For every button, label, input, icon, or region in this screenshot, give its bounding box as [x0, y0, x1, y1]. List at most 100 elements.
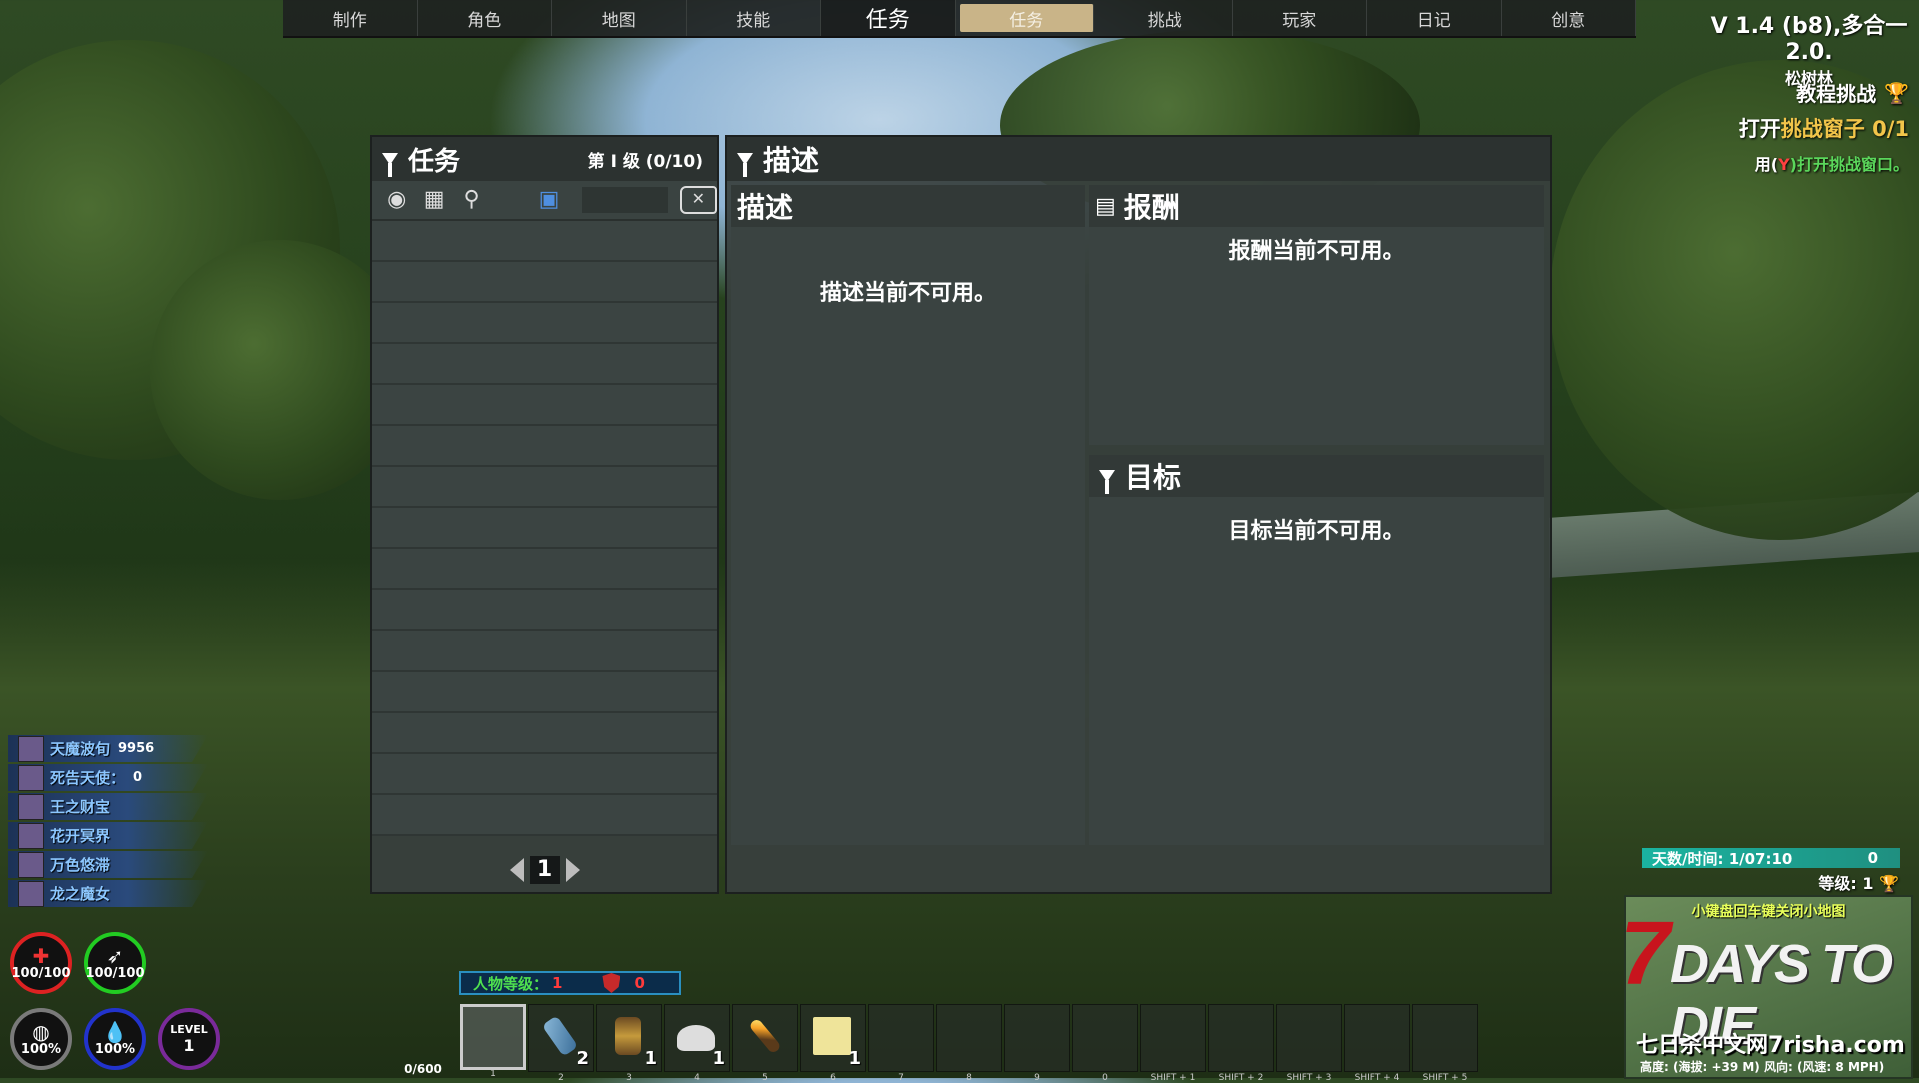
- threat-value: 0: [634, 974, 645, 992]
- description-subtitle: 描述: [737, 191, 794, 224]
- player-level-line: 等级: 1 🏆: [1818, 874, 1899, 893]
- toolbelt-slot[interactable]: SHIFT + 2: [1208, 1004, 1274, 1083]
- avatar: [18, 822, 44, 849]
- health-cross-icon: ✚: [32, 943, 50, 968]
- toolbelt-slot[interactable]: 8: [936, 1004, 1002, 1083]
- toolbelt-slot[interactable]: 5: [732, 1004, 798, 1083]
- toolbelt-slot[interactable]: SHIFT + 5: [1412, 1004, 1478, 1083]
- list-item[interactable]: [372, 508, 717, 549]
- toolbelt-slot[interactable]: 14: [664, 1004, 730, 1083]
- quest-list-header: 任务 第 I 级 (0/10): [372, 137, 717, 181]
- treasure-filter-icon[interactable]: ▣: [536, 187, 561, 213]
- trophy-icon: 🏆: [1879, 874, 1899, 893]
- toolbelt: 1 22 13 14 5 16 7 8 9 0 SHIFT + 1 SHIFT …: [460, 1004, 1478, 1083]
- water-drop-icon: 💧: [102, 1019, 128, 1044]
- list-item[interactable]: 天魔波旬 9956: [8, 735, 208, 762]
- tab-quests[interactable]: 任务: [959, 4, 1094, 32]
- toolbelt-slot[interactable]: 1: [460, 1004, 526, 1079]
- altitude-wind-readout: 高度: (海拔: +39 M) 风向: (风速: 8 MPH): [1640, 1060, 1885, 1074]
- player-list: 天魔波旬 9956 死告天使： 0 王之财宝 花开冥界 万色悠滞 龙之魔女: [8, 735, 208, 909]
- avatar: [18, 880, 44, 907]
- toolbelt-slot[interactable]: SHIFT + 3: [1276, 1004, 1342, 1083]
- toolbelt-slot[interactable]: 7: [868, 1004, 934, 1083]
- quest-icon: [737, 153, 753, 177]
- toolbelt-slot[interactable]: 22: [528, 1004, 594, 1083]
- first-aid-icon: [677, 1025, 715, 1051]
- tab-players[interactable]: 玩家: [1233, 0, 1367, 36]
- reward-header: ▤ 报酬: [1089, 185, 1544, 227]
- compass-filter-icon[interactable]: ◉: [384, 187, 409, 213]
- watermark: 七日杀中文网7risha.com: [1636, 1033, 1905, 1058]
- day-time-text: 天数/时间: 1/07:10: [1652, 849, 1793, 868]
- toolbelt-slot[interactable]: SHIFT + 4: [1344, 1004, 1410, 1083]
- list-item[interactable]: [372, 221, 717, 262]
- quest-icon: [382, 153, 398, 177]
- note-icon: [813, 1017, 851, 1055]
- objective-title: 目标: [1125, 461, 1182, 494]
- list-item[interactable]: 花开冥界: [8, 822, 208, 849]
- torch-icon: [748, 1017, 782, 1055]
- list-item[interactable]: [372, 631, 717, 672]
- prev-page-button[interactable]: [509, 858, 524, 882]
- reward-message: 报酬当前不可用。: [1228, 239, 1405, 264]
- minimap[interactable]: 小键盘回车键关闭小地图 7 DAYS TO DIE 七日杀中文网7risha.c…: [1624, 895, 1913, 1079]
- quest-pager: 1: [372, 856, 717, 884]
- tab-skills[interactable]: 技能: [687, 0, 821, 36]
- page-number: 1: [529, 856, 560, 884]
- avatar: [18, 735, 44, 762]
- challenge-title: 教程挑战: [1796, 82, 1877, 106]
- list-item[interactable]: [372, 590, 717, 631]
- list-item[interactable]: [372, 713, 717, 754]
- map-filter-icon[interactable]: ▦: [421, 187, 446, 213]
- list-item[interactable]: [372, 549, 717, 590]
- character-level-bar: 人物等级： 1 0: [459, 971, 681, 995]
- list-item[interactable]: [372, 262, 717, 303]
- avatar: [18, 851, 44, 878]
- tab-journal[interactable]: 日记: [1367, 0, 1502, 36]
- list-item[interactable]: [372, 795, 717, 836]
- backpack-button[interactable]: 0/600: [388, 1008, 458, 1076]
- toolbelt-slot[interactable]: SHIFT + 1: [1140, 1004, 1206, 1083]
- food-icon: ◍: [32, 1019, 50, 1044]
- toolbelt-slot[interactable]: 9: [1004, 1004, 1070, 1083]
- tab-challenges[interactable]: 挑战: [1098, 0, 1233, 36]
- quest-tier: 第 I 级 (0/10): [587, 151, 703, 172]
- tab-character[interactable]: 角色: [418, 0, 552, 36]
- list-item[interactable]: [372, 426, 717, 467]
- list-item[interactable]: 死告天使： 0: [8, 764, 208, 791]
- tab-map[interactable]: 地图: [552, 0, 687, 36]
- tab-creative[interactable]: 创意: [1502, 0, 1636, 36]
- quest-search-input[interactable]: [581, 187, 668, 213]
- tab-crafting[interactable]: 制作: [283, 0, 418, 36]
- list-item[interactable]: 万色悠滞: [8, 851, 208, 878]
- bag-capacity: 0/600: [404, 1062, 442, 1076]
- list-item[interactable]: [372, 672, 717, 713]
- list-item[interactable]: [372, 385, 717, 426]
- list-item[interactable]: 王之财宝: [8, 793, 208, 820]
- clear-search-icon[interactable]: ✕: [679, 186, 717, 214]
- window-title-quests: 任务: [821, 0, 956, 36]
- reward-section: ▤ 报酬 报酬当前不可用。: [1089, 185, 1544, 445]
- quest-list-panel: 任务 第 I 级 (0/10) ◉ ▦ ⚲ ▣ ✕ 1: [370, 135, 719, 894]
- quest-icon: [1099, 470, 1115, 494]
- next-page-button[interactable]: [565, 858, 580, 882]
- list-item[interactable]: [372, 344, 717, 385]
- canned-food-icon: [615, 1017, 641, 1055]
- list-item[interactable]: [372, 303, 717, 344]
- day-time-bar: 天数/时间: 1/07:10 0: [1642, 848, 1900, 868]
- reward-chest-icon: ▤: [1095, 193, 1116, 219]
- version-info: V 1.4 (b8),多合一2.0. 松树林: [1709, 8, 1909, 89]
- avatar: [18, 793, 44, 820]
- description-title: 描述: [763, 144, 820, 177]
- list-item[interactable]: [372, 754, 717, 795]
- toolbelt-slot[interactable]: 16: [800, 1004, 866, 1083]
- toolbelt-slot[interactable]: 13: [596, 1004, 662, 1083]
- challenge-task: 打开挑战窗子 0/1: [1738, 117, 1909, 141]
- challenge-tracker: 教程挑战 🏆 打开挑战窗子 0/1 用(Y)打开挑战窗口。: [1739, 78, 1909, 175]
- list-item[interactable]: [372, 467, 717, 508]
- quest-filter-icon[interactable]: ⚲: [459, 187, 484, 213]
- objective-section: 目标 目标当前不可用。: [1089, 455, 1544, 845]
- toolbelt-slot[interactable]: 0: [1072, 1004, 1138, 1083]
- objective-header: 目标: [1089, 455, 1544, 497]
- list-item[interactable]: 龙之魔女: [8, 880, 208, 907]
